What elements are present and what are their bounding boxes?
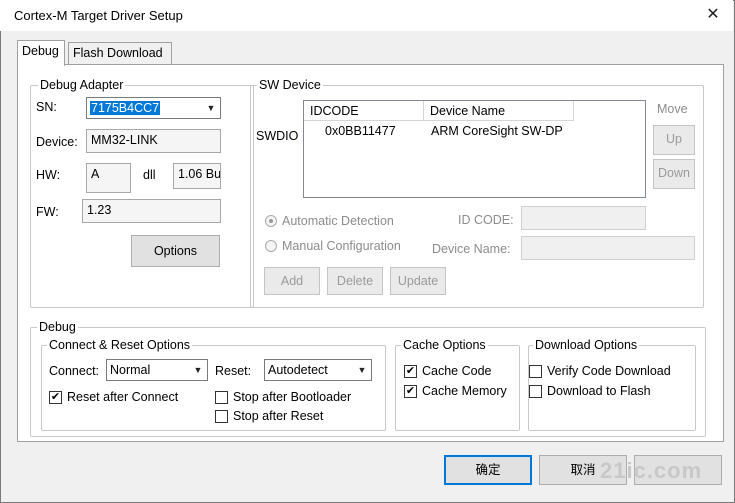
tab-panel-debug: Debug Adapter SN: 7175B4CC7 ▼ Device: MM… <box>17 64 724 442</box>
download-to-flash-label: Download to Flash <box>547 384 651 398</box>
stop-after-reset-checkbox[interactable] <box>215 410 228 423</box>
manual-config-radio[interactable] <box>265 240 277 252</box>
update-button[interactable]: Update <box>390 267 446 295</box>
debug-settings-title: Debug <box>37 320 78 334</box>
download-to-flash-checkbox[interactable] <box>529 385 542 398</box>
verify-download-checkbox[interactable] <box>529 365 542 378</box>
cache-code-checkbox[interactable]: ✔ <box>404 365 417 378</box>
up-button[interactable]: Up <box>653 125 695 155</box>
tab-flash-download[interactable]: Flash Download <box>68 42 172 65</box>
verify-download-label: Verify Code Download <box>547 364 671 378</box>
move-label: Move <box>657 102 688 116</box>
reset-label: Reset: <box>215 364 252 378</box>
device-name-field[interactable] <box>521 236 695 260</box>
tab-flash-download-label: Flash Download <box>73 46 163 60</box>
fw-label: FW: <box>36 205 59 219</box>
connect-reset-group <box>41 345 386 431</box>
cache-memory-checkbox[interactable]: ✔ <box>404 385 417 398</box>
delete-button[interactable]: Delete <box>327 267 383 295</box>
reset-after-connect-label: Reset after Connect <box>67 390 179 404</box>
connect-label: Connect: <box>49 364 100 378</box>
debug-adapter-title: Debug Adapter <box>38 78 126 92</box>
reset-after-connect-checkbox[interactable]: ✔ <box>49 391 62 404</box>
auto-detection-radio[interactable] <box>265 215 277 227</box>
download-options-title: Download Options <box>533 338 640 352</box>
manual-config-label: Manual Configuration <box>282 239 401 253</box>
hw-label: HW: <box>36 168 61 182</box>
id-code-field[interactable] <box>521 206 646 230</box>
fw-field: 1.23 <box>82 199 221 223</box>
column-device-name[interactable]: Device Name <box>424 101 574 121</box>
connect-value: Normal <box>110 363 151 377</box>
row-idcode: 0x0BB11477 <box>325 124 396 138</box>
add-button[interactable]: Add <box>264 267 320 295</box>
hw-field: A <box>86 163 131 193</box>
auto-detection-label: Automatic Detection <box>282 214 394 228</box>
id-code-label: ID CODE: <box>458 213 514 227</box>
tab-debug[interactable]: Debug <box>17 40 65 66</box>
down-button[interactable]: Down <box>653 159 695 189</box>
stop-after-bootloader-label: Stop after Bootloader <box>233 390 352 404</box>
sw-device-title: SW Device <box>257 78 323 92</box>
sw-device-table[interactable]: IDCODE Device Name 0x0BB11477 ARM CoreSi… <box>303 100 646 198</box>
dll-label: dll <box>143 168 156 182</box>
watermark-text: 21ic.com <box>600 458 703 483</box>
connect-select[interactable]: Normal ▼ <box>106 359 208 381</box>
device-field: MM32-LINK <box>86 129 221 153</box>
tab-debug-label: Debug <box>22 44 59 58</box>
stop-after-reset-label: Stop after Reset <box>233 409 324 423</box>
reset-select[interactable]: Autodetect ▼ <box>264 359 372 381</box>
connect-reset-title: Connect & Reset Options <box>47 338 193 352</box>
stop-after-bootloader-checkbox[interactable] <box>215 391 228 404</box>
close-icon[interactable]: ✕ <box>698 2 728 28</box>
cache-memory-label: Cache Memory <box>422 384 507 398</box>
sn-select[interactable]: 7175B4CC7 ▼ <box>86 97 221 119</box>
sn-label: SN: <box>36 100 57 114</box>
chevron-down-icon: ▼ <box>193 365 203 375</box>
row-device-name: ARM CoreSight SW-DP <box>431 124 563 138</box>
ok-button[interactable]: 确定 <box>444 455 532 485</box>
reset-value: Autodetect <box>268 363 328 377</box>
device-name-label: Device Name: <box>432 242 511 256</box>
chevron-down-icon: ▼ <box>357 365 367 375</box>
device-label: Device: <box>36 135 78 149</box>
title-bar: Cortex-M Target Driver Setup ✕ <box>0 0 733 31</box>
cache-code-label: Cache Code <box>422 364 492 378</box>
dll-field: 1.06 Bu <box>173 163 221 189</box>
window-title: Cortex-M Target Driver Setup <box>14 8 183 23</box>
cache-options-title: Cache Options <box>401 338 488 352</box>
chevron-down-icon: ▼ <box>206 103 216 113</box>
column-idcode[interactable]: IDCODE <box>304 101 424 121</box>
swdio-label: SWDIO <box>256 129 299 143</box>
options-button[interactable]: Options <box>131 235 220 267</box>
table-row[interactable]: 0x0BB11477 ARM CoreSight SW-DP <box>304 123 645 143</box>
sn-value: 7175B4CC7 <box>90 101 161 115</box>
